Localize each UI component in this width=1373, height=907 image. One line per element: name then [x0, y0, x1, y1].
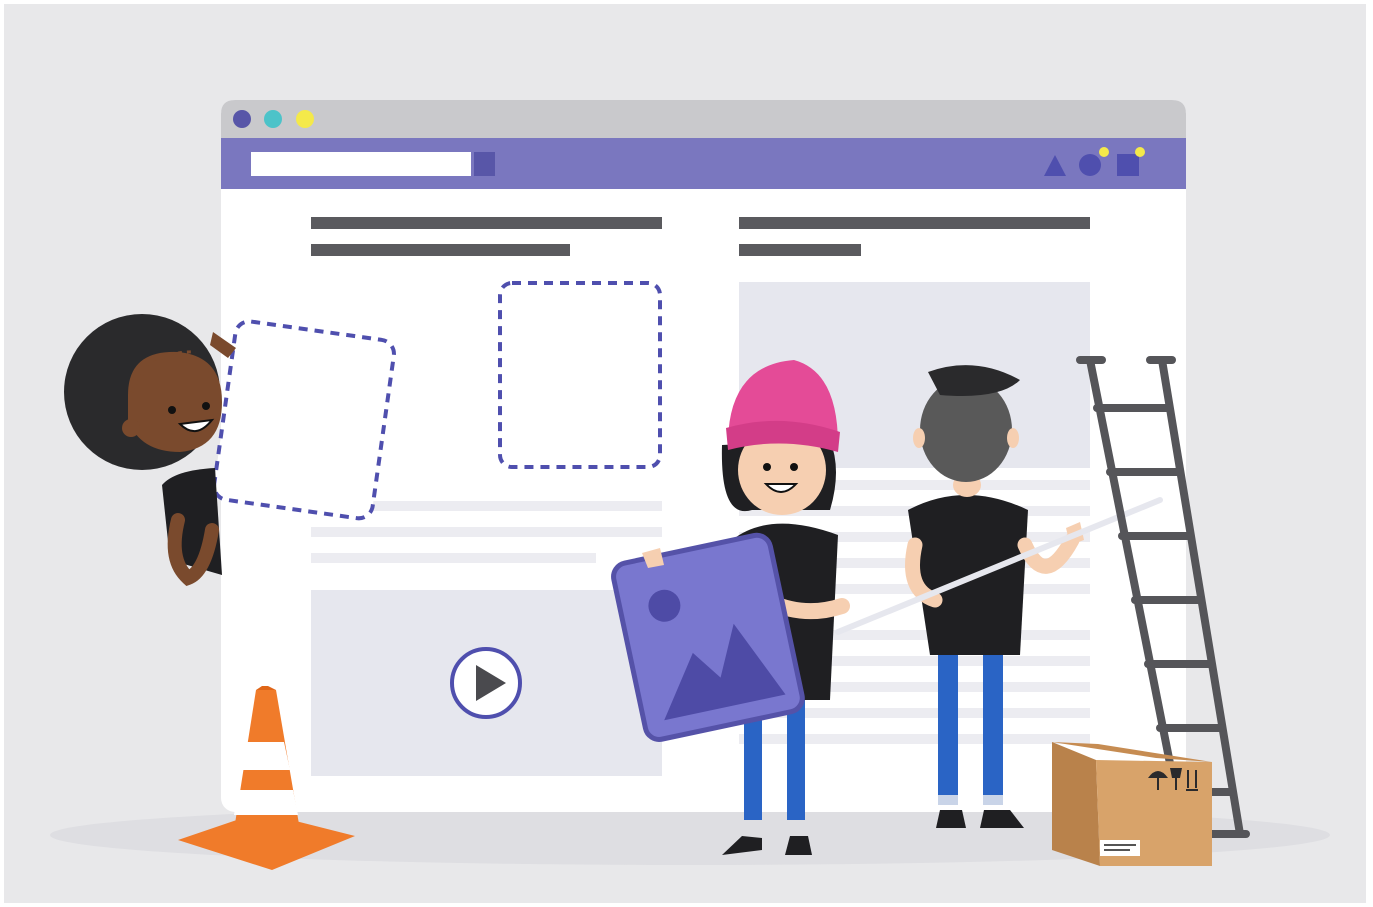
leg	[787, 700, 805, 820]
eye-icon	[763, 463, 771, 471]
eye-icon	[790, 463, 798, 471]
leg	[938, 650, 958, 800]
dashed-image-placeholder	[498, 281, 662, 469]
dot-yellow	[296, 110, 314, 128]
browser-titlebar	[221, 100, 1186, 140]
shoe	[936, 810, 966, 828]
girl-ear	[122, 419, 140, 437]
ear	[913, 428, 925, 448]
barcode-label	[1100, 840, 1140, 856]
circle-icon	[1079, 154, 1101, 176]
website-under-construction-scene	[50, 100, 1330, 870]
girl-face	[128, 351, 222, 452]
eye-icon	[202, 402, 210, 410]
ear	[1007, 428, 1019, 448]
text-bar	[311, 217, 662, 229]
illustration-stage	[0, 0, 1373, 907]
sock	[938, 795, 958, 805]
light-text-line	[311, 527, 662, 537]
address-go-button	[474, 152, 495, 176]
light-text-line	[311, 553, 596, 563]
text-bar	[311, 244, 570, 256]
text-bar	[739, 217, 1090, 229]
dot-teal	[264, 110, 282, 128]
tilted-dashed-card	[212, 319, 396, 521]
eye-icon	[168, 406, 176, 414]
sock	[983, 795, 1003, 805]
leg	[983, 650, 1003, 800]
address-bar	[251, 152, 471, 176]
play-icon	[450, 647, 522, 719]
sparkle-dot-icon	[1099, 147, 1109, 157]
image-icon	[611, 532, 805, 742]
square-icon	[1117, 154, 1139, 176]
dot-purple	[233, 110, 251, 128]
text-bar	[739, 244, 861, 256]
character-peeking-girl	[64, 314, 236, 586]
sparkle-dot-icon	[1135, 147, 1145, 157]
